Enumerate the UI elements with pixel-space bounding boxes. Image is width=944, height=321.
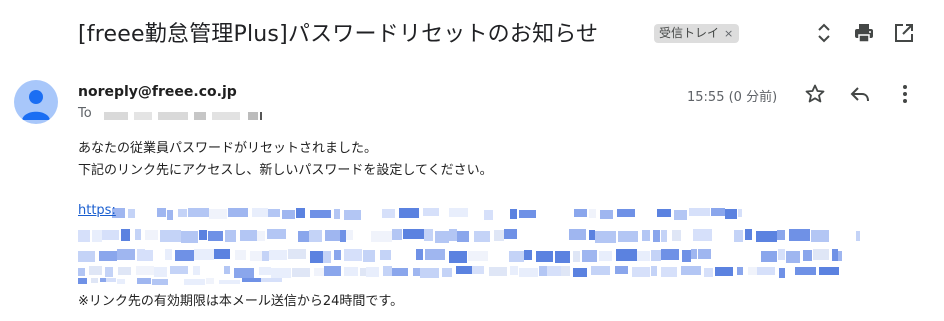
expiry-note: ※リンク先の有効期限は本メール送信から24時間です。 (78, 294, 404, 309)
redacted-reset-link[interactable] (0, 0, 944, 321)
reset-link[interactable]: https: (78, 203, 116, 218)
